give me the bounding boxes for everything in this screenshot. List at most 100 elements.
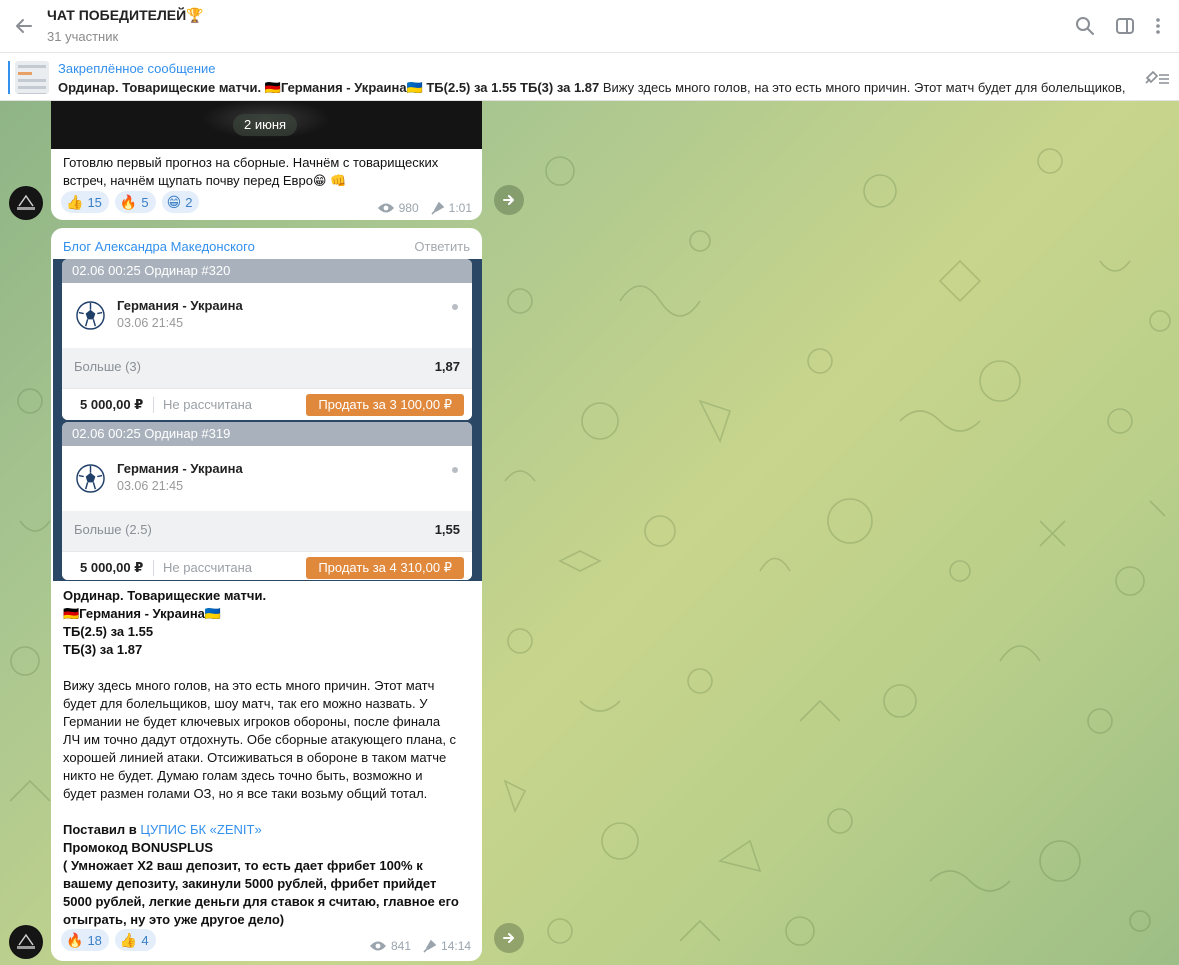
pin-icon	[431, 201, 444, 215]
slip-footer: 5 000,00 ₽ Не рассчитана Продать за 4 31…	[62, 551, 472, 580]
reaction-fire[interactable]: 🔥 18	[61, 929, 109, 951]
search-button[interactable]	[1073, 14, 1097, 38]
slip-date: 03.06 21:45	[117, 479, 184, 493]
slip-match: Германия - Украина	[117, 461, 243, 476]
search-icon	[1076, 17, 1094, 35]
promo-line: ( Умножает Х2 ваш депозит, то есть дает …	[63, 858, 423, 873]
forward-arrow-icon	[503, 195, 514, 205]
reaction-count: 4	[141, 932, 149, 948]
slip-odds: 1,55	[434, 522, 460, 537]
sell-button: Продать за 3 100,00 ₽	[306, 394, 464, 416]
promo-description: ( Умножает Х2 ваш депозит, то есть дает …	[63, 857, 473, 929]
bet-slip-image[interactable]: 02.06 00:25 Ординар #320 Германия - Укра…	[53, 259, 482, 581]
paragraph-line: никто не будет. Думаю голам здесь точно …	[63, 768, 423, 783]
slip-match: Германия - Украина	[117, 298, 243, 313]
message-2-text: Ординар. Товарищеские матчи. 🇩🇪Германия …	[63, 587, 473, 929]
paragraph-line: хорошей линией атаки. Отсиживаться в обо…	[63, 750, 447, 765]
paragraph-line: будет для болельщиков, шоу матч, так его…	[63, 696, 428, 711]
chat-background: Готовлю первый прогноз на сборные. Начнё…	[0, 101, 1179, 965]
soccer-ball-icon	[76, 464, 105, 493]
slip-body: Германия - Украина 03.06 21:45	[62, 446, 472, 511]
slip-odds-row: Больше (3) 1,87	[62, 348, 472, 388]
pinned-indicator	[8, 61, 10, 94]
pinned-thumbnail	[15, 61, 49, 94]
reaction-emoji: 🔥	[119, 193, 138, 210]
paragraph-line: Вижу здесь много голов, на это есть мног…	[63, 678, 435, 693]
reaction-fire[interactable]: 🔥 5	[114, 191, 156, 213]
slip-outcome: Больше (3)	[74, 359, 141, 374]
pinned-list-button[interactable]	[1143, 66, 1171, 88]
reaction-emoji: 😁	[166, 193, 182, 210]
pinned-text: Ординар. Товарищеские матчи. 🇩🇪Германия …	[58, 80, 1128, 96]
paragraph-line: будет размен голами ОЗ, но я все таки во…	[63, 786, 428, 801]
reaction-emoji: 👍	[66, 193, 84, 210]
promo-line: 5000 рублей, легкие деньги для ставок я …	[63, 894, 459, 909]
pin-icon	[423, 939, 437, 953]
placed-prefix: Поставил в	[63, 822, 141, 837]
forward-button[interactable]	[494, 923, 524, 953]
bookmaker-link[interactable]: ЦУПИС БК «ZENIT»	[140, 822, 261, 837]
message-1-line-1: Готовлю первый прогноз на сборные. Начнё…	[63, 155, 439, 170]
message-2-reactions: 🔥 18 👍 4	[61, 929, 156, 951]
message-2-views: 841	[391, 939, 412, 953]
slip-header: 02.06 00:25 Ординар #320	[62, 259, 472, 283]
reaction-thumbs-up[interactable]: 👍 15	[61, 191, 109, 213]
reaction-count: 18	[87, 932, 102, 948]
back-button[interactable]	[10, 12, 38, 40]
placed-line: Поставил в ЦУПИС БК «ZENIT»	[63, 821, 473, 839]
divider	[153, 397, 154, 413]
views-eye-icon	[377, 203, 394, 213]
message-1-reactions: 👍 15 🔥 5 😁 2	[61, 191, 200, 213]
bet-slip-319: 02.06 00:25 Ординар #319 Германия - Укра…	[62, 422, 472, 580]
chat-header: ЧАТ ПОБЕДИТЕЛЕЙ🏆 31 участник	[0, 0, 1179, 53]
bet-line: 🇩🇪Германия - Украина🇺🇦	[63, 606, 222, 621]
pinned-message-bar[interactable]: Закреплённое сообщение Ординар. Товарище…	[0, 53, 1179, 101]
message-1-text: Готовлю первый прогноз на сборные. Начнё…	[63, 154, 473, 190]
sell-button: Продать за 4 310,00 ₽	[306, 557, 464, 579]
slip-status: Не рассчитана	[163, 560, 253, 575]
reaction-emoji: 👍	[119, 931, 138, 948]
slip-odds-row: Больше (2.5) 1,55	[62, 511, 472, 551]
reaction-count: 5	[141, 194, 149, 210]
message-1-time: 1:01	[448, 201, 472, 215]
message-1-meta: 980 1:01	[377, 201, 472, 215]
slip-odds: 1,87	[434, 359, 460, 374]
bet-line: ТБ(2.5) за 1.55	[63, 624, 154, 639]
avatar-logo-icon	[10, 187, 42, 219]
paragraph-line: Германии не будет ключевых игроков оборо…	[63, 714, 441, 729]
back-arrow-icon	[16, 19, 32, 33]
bet-slip-320: 02.06 00:25 Ординар #320 Германия - Укра…	[62, 259, 472, 420]
views-eye-icon	[370, 941, 386, 951]
chat-title[interactable]: ЧАТ ПОБЕДИТЕЛЕЙ🏆	[47, 7, 204, 24]
message-1-line-2: встреч, начнём щупать почву перед Евро😁 …	[63, 173, 347, 188]
forward-button[interactable]	[494, 185, 524, 215]
status-dot-icon	[452, 304, 458, 310]
date-separator: 2 июня	[233, 114, 298, 136]
promo-line: отыграть, ну это уже другое дело)	[63, 912, 285, 927]
bet-summary: Ординар. Товарищеские матчи. 🇩🇪Германия …	[63, 587, 473, 659]
sidebar-toggle-button[interactable]	[1113, 14, 1137, 38]
divider	[153, 560, 154, 576]
pinned-text-rest: Вижу здесь много голов, на это есть мног…	[602, 80, 1128, 95]
bet-line: ТБ(3) за 1.87	[63, 642, 143, 657]
slip-status: Не рассчитана	[163, 397, 253, 412]
avatar[interactable]	[9, 186, 43, 220]
analysis-paragraph: Вижу здесь много голов, на это есть мног…	[63, 677, 473, 803]
reply-label[interactable]: Ответить	[414, 239, 470, 254]
slip-amount: 5 000,00 ₽	[80, 560, 144, 575]
reaction-grin[interactable]: 😁 2	[161, 191, 200, 213]
message-author[interactable]: Блог Александра Македонского	[63, 239, 255, 254]
member-count: 31 участник	[47, 29, 119, 44]
more-vertical-icon	[1156, 18, 1160, 34]
reaction-thumbs-up[interactable]: 👍 4	[114, 929, 156, 951]
message-1-views: 980	[398, 201, 419, 215]
slip-outcome: Больше (2.5)	[74, 522, 152, 537]
message-2-time: 14:14	[441, 939, 472, 953]
more-button[interactable]	[1146, 14, 1170, 38]
pin-list-icon	[1145, 70, 1169, 84]
slip-amount: 5 000,00 ₽	[80, 397, 144, 412]
avatar-logo-icon	[10, 926, 42, 958]
avatar[interactable]	[9, 925, 43, 959]
sidebar-toggle-icon	[1116, 18, 1134, 34]
reaction-count: 2	[185, 194, 193, 210]
